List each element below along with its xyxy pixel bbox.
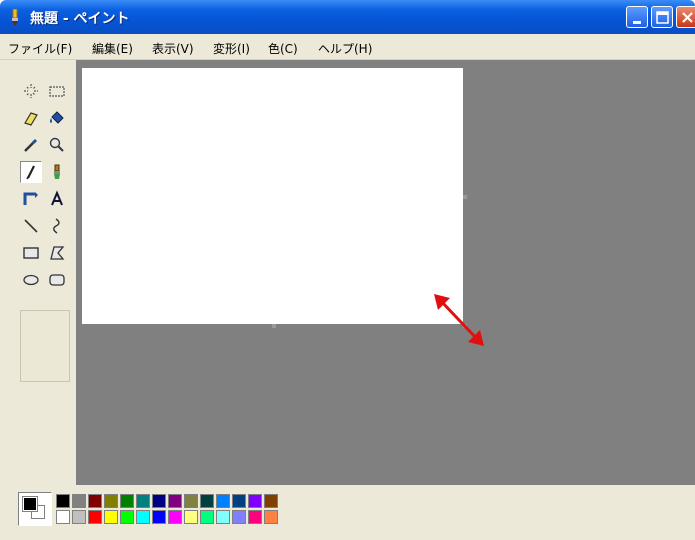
rectangle-select-tool[interactable] bbox=[46, 80, 68, 102]
drawing-canvas[interactable] bbox=[82, 68, 463, 324]
palette-swatch[interactable] bbox=[72, 494, 86, 508]
palette-swatch[interactable] bbox=[168, 510, 182, 524]
palette-swatch[interactable] bbox=[248, 494, 262, 508]
palette-swatch[interactable] bbox=[248, 510, 262, 524]
rectangle-tool[interactable] bbox=[20, 242, 42, 264]
menu-view[interactable]: 表示(V) bbox=[152, 40, 194, 57]
palette-swatch[interactable] bbox=[216, 494, 230, 508]
color-picker-icon bbox=[24, 138, 38, 152]
menu-file[interactable]: ファイル(F) bbox=[8, 40, 72, 57]
fill-bucket-tool[interactable] bbox=[46, 107, 68, 129]
palette-swatch[interactable] bbox=[200, 510, 214, 524]
palette-swatch[interactable] bbox=[120, 494, 134, 508]
line-tool[interactable] bbox=[20, 215, 42, 237]
curve-icon bbox=[53, 218, 60, 234]
airbrush-tool[interactable] bbox=[20, 188, 42, 210]
ellipse-tool[interactable] bbox=[20, 269, 42, 291]
palette-swatch[interactable] bbox=[168, 494, 182, 508]
menu-colors[interactable]: 色(C) bbox=[268, 40, 298, 57]
tool-options-box[interactable] bbox=[20, 310, 70, 382]
palette-swatch[interactable] bbox=[152, 510, 166, 524]
rectangle-select-icon bbox=[49, 86, 65, 97]
free-form-select-tool[interactable] bbox=[20, 80, 42, 102]
brush-icon bbox=[54, 164, 60, 179]
palette-swatch[interactable] bbox=[216, 510, 230, 524]
polygon-tool[interactable] bbox=[46, 242, 68, 264]
palette-swatch[interactable] bbox=[232, 510, 246, 524]
palette-swatch[interactable] bbox=[136, 510, 150, 524]
menu-bar: ファイル(F) 編集(E) 表示(V) 変形(I) 色(C) ヘルプ(H) bbox=[0, 34, 695, 60]
text-tool[interactable] bbox=[46, 188, 68, 210]
palette-swatch[interactable] bbox=[264, 494, 278, 508]
palette-swatch[interactable] bbox=[56, 494, 70, 508]
pencil-icon bbox=[26, 165, 35, 180]
curve-tool[interactable] bbox=[46, 215, 68, 237]
rectangle-icon bbox=[23, 247, 39, 259]
rounded-rectangle-tool[interactable] bbox=[46, 269, 68, 291]
airbrush-icon bbox=[23, 192, 38, 205]
pencil-tool[interactable] bbox=[20, 161, 42, 183]
maximize-button[interactable] bbox=[651, 6, 673, 28]
palette-swatch[interactable] bbox=[88, 510, 102, 524]
menu-edit[interactable]: 編集(E) bbox=[92, 40, 133, 57]
palette-swatch[interactable] bbox=[200, 494, 214, 508]
brush-tool[interactable] bbox=[46, 161, 68, 183]
ellipse-icon bbox=[23, 274, 39, 286]
palette-swatch[interactable] bbox=[88, 494, 102, 508]
magnifier-tool[interactable] bbox=[46, 134, 68, 156]
color-picker-tool[interactable] bbox=[20, 134, 42, 156]
menu-image[interactable]: 変形(I) bbox=[213, 40, 250, 57]
palette-swatch[interactable] bbox=[56, 510, 70, 524]
foreground-color-swatch bbox=[23, 497, 37, 511]
line-icon bbox=[24, 219, 38, 233]
palette-swatch[interactable] bbox=[136, 494, 150, 508]
palette-swatch[interactable] bbox=[120, 510, 134, 524]
minimize-icon bbox=[633, 21, 641, 24]
free-form-select-icon bbox=[24, 84, 38, 98]
resize-arrow-icon bbox=[434, 294, 484, 346]
palette-swatch[interactable] bbox=[184, 510, 198, 524]
minimize-button[interactable] bbox=[626, 6, 648, 28]
canvas-resize-handle-right[interactable] bbox=[463, 195, 467, 199]
eraser-tool[interactable] bbox=[20, 107, 42, 129]
window-title: 無題 - ペイント bbox=[30, 11, 130, 27]
palette-swatch[interactable] bbox=[152, 494, 166, 508]
title-bar[interactable]: 無題 - ペイント bbox=[0, 0, 695, 34]
palette-swatch[interactable] bbox=[184, 494, 198, 508]
menu-help[interactable]: ヘルプ(H) bbox=[318, 40, 372, 57]
current-colors-box bbox=[18, 492, 52, 526]
paint-app-icon bbox=[12, 9, 18, 25]
eraser-icon bbox=[24, 112, 38, 126]
rounded-rectangle-icon bbox=[49, 274, 65, 286]
polygon-icon bbox=[50, 246, 65, 260]
toolbox bbox=[14, 60, 76, 485]
magnifier-icon bbox=[49, 137, 64, 152]
close-icon bbox=[682, 12, 693, 23]
text-icon bbox=[51, 190, 63, 206]
palette-swatch[interactable] bbox=[232, 494, 246, 508]
palette-swatch[interactable] bbox=[104, 494, 118, 508]
palette-swatch[interactable] bbox=[72, 510, 86, 524]
maximize-icon bbox=[656, 11, 669, 24]
palette-swatch[interactable] bbox=[104, 510, 118, 524]
window-left-edge bbox=[0, 60, 14, 540]
canvas-resize-handle-bottom[interactable] bbox=[272, 324, 276, 328]
close-button[interactable] bbox=[676, 6, 695, 28]
fill-bucket-icon bbox=[50, 111, 64, 124]
palette-swatch[interactable] bbox=[264, 510, 278, 524]
